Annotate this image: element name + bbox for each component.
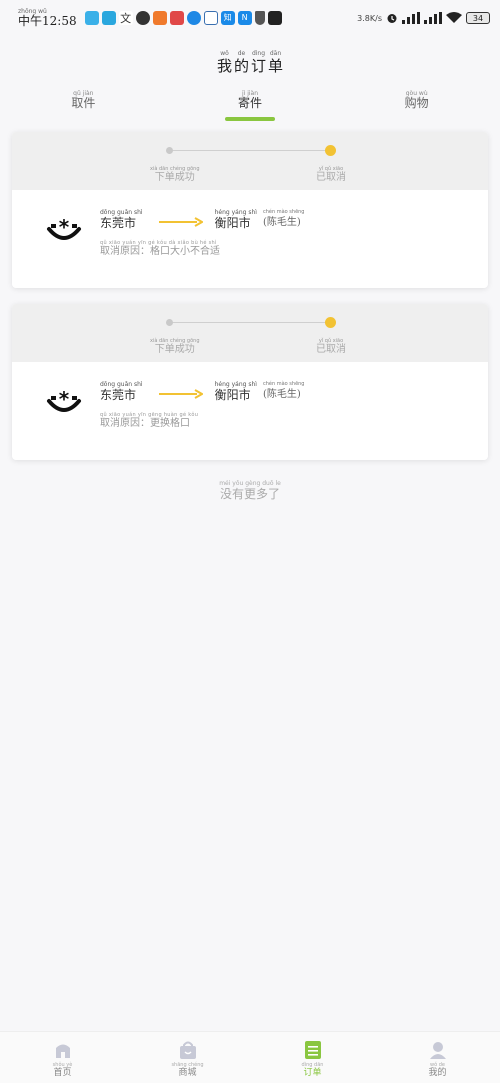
order-tabs: qǔ jiàn 取件 jì jiàn 寄件 gòu wù 购物 bbox=[0, 90, 500, 126]
order-progress: xià dān chéng gōng 下单成功 yǐ qǔ xiāo 已取消 bbox=[12, 304, 488, 362]
notion-icon: N bbox=[237, 11, 252, 25]
battery-icon: 34 bbox=[466, 12, 490, 24]
progress-line bbox=[170, 322, 330, 323]
status-bar: zhōng wǔ 中午12:58 文 知 N 3.8K/s 34 bbox=[0, 0, 500, 36]
progress-dot-end bbox=[325, 145, 336, 156]
progress-dot-start bbox=[166, 147, 173, 154]
step-ordered: xià dān chéng gōng 下单成功 bbox=[150, 338, 200, 355]
courier-logo-icon: * bbox=[44, 208, 84, 248]
signal-icon bbox=[402, 12, 420, 24]
order-details: * dōng guǎn shì 东莞市 héng yáng shì 衡阳市 ch… bbox=[12, 362, 488, 460]
progress-dot-end bbox=[325, 317, 336, 328]
status-time: zhōng wǔ 中午12:58 bbox=[18, 8, 77, 28]
tab-shopping[interactable]: gòu wù 购物 bbox=[333, 90, 500, 126]
arrow-right-icon bbox=[158, 389, 203, 399]
tiktok-icon bbox=[267, 11, 282, 25]
avatar-icon bbox=[135, 11, 150, 25]
destination-city: héng yáng shì 衡阳市 bbox=[214, 381, 257, 402]
nav-home[interactable]: shǒu yè 首页 bbox=[0, 1032, 125, 1083]
alarm-icon bbox=[387, 14, 397, 23]
destination-city: héng yáng shì 衡阳市 bbox=[214, 209, 257, 230]
taobao-icon bbox=[152, 11, 167, 25]
home-icon bbox=[55, 1044, 70, 1058]
origin-city: dōng guǎn shì 东莞市 bbox=[100, 381, 143, 402]
svg-text:*: * bbox=[59, 387, 70, 411]
order-details: * dōng guǎn shì 东莞市 héng yáng shì 衡阳市 ch… bbox=[12, 190, 488, 288]
route: dōng guǎn shì 东莞市 héng yáng shì 衡阳市 chén… bbox=[100, 381, 304, 402]
step-cancelled: yǐ qǔ xiāo 已取消 bbox=[316, 338, 346, 355]
cancel-reason: qǔ xiāo yuán yīn gēng huàn gé kǒu 取消原因：更… bbox=[100, 412, 199, 429]
netease-icon bbox=[169, 11, 184, 25]
order-progress: xià dān chéng gōng 下单成功 yǐ qǔ xiāo 已取消 bbox=[12, 132, 488, 190]
tab-pickup[interactable]: qǔ jiàn 取件 bbox=[0, 90, 167, 126]
my-orders-screen: zhōng wǔ 中午12:58 文 知 N 3.8K/s 34 wǒ 我 de… bbox=[0, 0, 500, 1083]
signal-2-icon bbox=[424, 12, 442, 24]
progress-dot-start bbox=[166, 319, 173, 326]
order-card[interactable]: xià dān chéng gōng 下单成功 yǐ qǔ xiāo 已取消 *… bbox=[12, 132, 488, 288]
bottom-nav: shǒu yè 首页 shāng chéng 商城 dìng dān 订单 wǒ… bbox=[0, 1031, 500, 1083]
progress-line bbox=[170, 150, 330, 151]
page-header: wǒ 我 de 的 dìng 订 dān 单 bbox=[0, 36, 500, 82]
step-ordered: xià dān chéng gōng 下单成功 bbox=[150, 166, 200, 183]
nav-mall[interactable]: shāng chéng 商城 bbox=[125, 1032, 250, 1083]
route: dōng guǎn shì 东莞市 héng yáng shì 衡阳市 chén… bbox=[100, 209, 304, 230]
gold-icon bbox=[186, 11, 201, 25]
svg-text:*: * bbox=[59, 215, 70, 239]
nav-orders[interactable]: dìng dān 订单 bbox=[250, 1032, 375, 1083]
no-more-text: méi yǒu gèng duō le 没有更多了 bbox=[219, 480, 281, 501]
step-cancelled: yǐ qǔ xiāo 已取消 bbox=[316, 166, 346, 183]
weibo-icon bbox=[84, 11, 99, 25]
cancel-reason: qǔ xiāo yuán yīn gé kǒu dà xiǎo bù hé sh… bbox=[100, 240, 220, 257]
page-title: wǒ 我 de 的 dìng 订 dān 单 bbox=[216, 50, 284, 75]
order-card[interactable]: xià dān chéng gōng 下单成功 yǐ qǔ xiāo 已取消 *… bbox=[12, 304, 488, 460]
courier-logo-icon: * bbox=[44, 380, 84, 420]
zhihu-icon: 知 bbox=[220, 11, 235, 25]
tab-send[interactable]: jì jiàn 寄件 bbox=[167, 90, 334, 126]
text-icon: 文 bbox=[118, 11, 133, 25]
notification-icons: 文 知 N bbox=[84, 11, 282, 25]
active-tab-indicator bbox=[225, 117, 275, 121]
skype-icon bbox=[101, 11, 116, 25]
shopping-bag-icon bbox=[179, 1041, 196, 1059]
wifi-icon bbox=[446, 12, 462, 23]
arrow-right-icon bbox=[158, 217, 203, 227]
profile-icon bbox=[429, 1042, 446, 1059]
nav-profile[interactable]: wǒ de 我的 bbox=[375, 1032, 500, 1083]
recipient-name: chén mào shēng (陈毛生) bbox=[262, 381, 305, 400]
orders-icon bbox=[304, 1041, 321, 1059]
shield-icon bbox=[254, 11, 265, 25]
status-right: 3.8K/s 34 bbox=[357, 12, 490, 24]
recipient-name: chén mào shēng (陈毛生) bbox=[262, 209, 305, 228]
ship-icon bbox=[203, 11, 218, 25]
origin-city: dōng guǎn shì 东莞市 bbox=[100, 209, 143, 230]
